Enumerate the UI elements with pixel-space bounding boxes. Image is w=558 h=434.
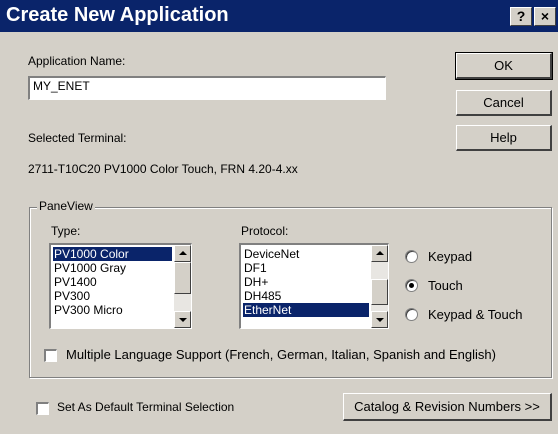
keypad-and-touch-radio-label[interactable]: Keypad & Touch <box>428 307 522 322</box>
title-bar[interactable]: Create New Application ? × <box>0 0 558 32</box>
keypad-radio-label[interactable]: Keypad <box>428 249 472 264</box>
panelview-group-title: PaneView <box>37 199 95 213</box>
default-terminal-label[interactable]: Set As Default Terminal Selection <box>57 400 234 414</box>
keypad-and-touch-radio[interactable] <box>405 308 418 321</box>
selected-terminal-label: Selected Terminal: <box>28 131 127 145</box>
type-item[interactable]: PV300 Micro <box>53 303 172 317</box>
touch-radio[interactable] <box>405 279 418 292</box>
keypad-radio[interactable] <box>405 250 418 263</box>
multiple-language-checkbox[interactable] <box>44 349 57 362</box>
create-new-application-dialog: Create New Application ? × Application N… <box>0 0 558 434</box>
protocol-scrollbar[interactable] <box>371 245 388 328</box>
help-title-button[interactable]: ? <box>510 7 532 26</box>
radio-dot <box>409 283 414 288</box>
protocol-item[interactable]: EtherNet <box>243 303 369 317</box>
up-arrow-icon <box>376 251 384 255</box>
type-listbox[interactable]: PV1000 Color PV1000 Gray PV1400 PV300 PV… <box>49 243 192 329</box>
protocol-item[interactable]: DH+ <box>243 275 369 289</box>
ok-button[interactable]: OK <box>455 52 553 80</box>
scroll-down-button[interactable] <box>174 311 191 328</box>
multiple-language-label[interactable]: Multiple Language Support (French, Germa… <box>66 347 496 362</box>
type-item[interactable]: PV1000 Gray <box>53 261 172 275</box>
selected-terminal-value: 2711-T10C20 PV1000 Color Touch, FRN 4.20… <box>28 162 298 176</box>
type-label: Type: <box>51 224 81 238</box>
scroll-up-button[interactable] <box>371 245 388 262</box>
touch-radio-label[interactable]: Touch <box>428 278 463 293</box>
cancel-button[interactable]: Cancel <box>456 90 552 116</box>
type-item[interactable]: PV300 <box>53 289 172 303</box>
scroll-down-button[interactable] <box>371 311 388 328</box>
type-list-items: PV1000 Color PV1000 Gray PV1400 PV300 PV… <box>53 247 172 317</box>
default-terminal-checkbox[interactable] <box>36 402 49 415</box>
protocol-item[interactable]: DH485 <box>243 289 369 303</box>
down-arrow-icon <box>179 318 187 322</box>
catalog-revision-numbers-button[interactable]: Catalog & Revision Numbers >> <box>343 393 552 421</box>
down-arrow-icon <box>376 318 384 322</box>
type-item[interactable]: PV1000 Color <box>53 247 172 261</box>
type-item[interactable]: PV1400 <box>53 275 172 289</box>
protocol-listbox[interactable]: DeviceNet DF1 DH+ DH485 EtherNet <box>239 243 389 329</box>
protocol-label: Protocol: <box>241 224 289 238</box>
protocol-list-items: DeviceNet DF1 DH+ DH485 EtherNet <box>243 247 369 317</box>
application-name-value: MY_ENET <box>33 79 90 93</box>
up-arrow-icon <box>179 251 187 255</box>
scroll-thumb[interactable] <box>371 279 388 305</box>
close-icon[interactable]: × <box>534 7 556 26</box>
application-name-input[interactable]: MY_ENET <box>28 76 386 100</box>
protocol-item[interactable]: DeviceNet <box>243 247 369 261</box>
scroll-up-button[interactable] <box>174 245 191 262</box>
protocol-item[interactable]: DF1 <box>243 261 369 275</box>
help-button[interactable]: Help <box>456 125 552 151</box>
scroll-thumb[interactable] <box>174 262 191 294</box>
type-scrollbar[interactable] <box>174 245 191 328</box>
dialog-title: Create New Application <box>6 4 229 26</box>
application-name-label: Application Name: <box>28 54 126 68</box>
